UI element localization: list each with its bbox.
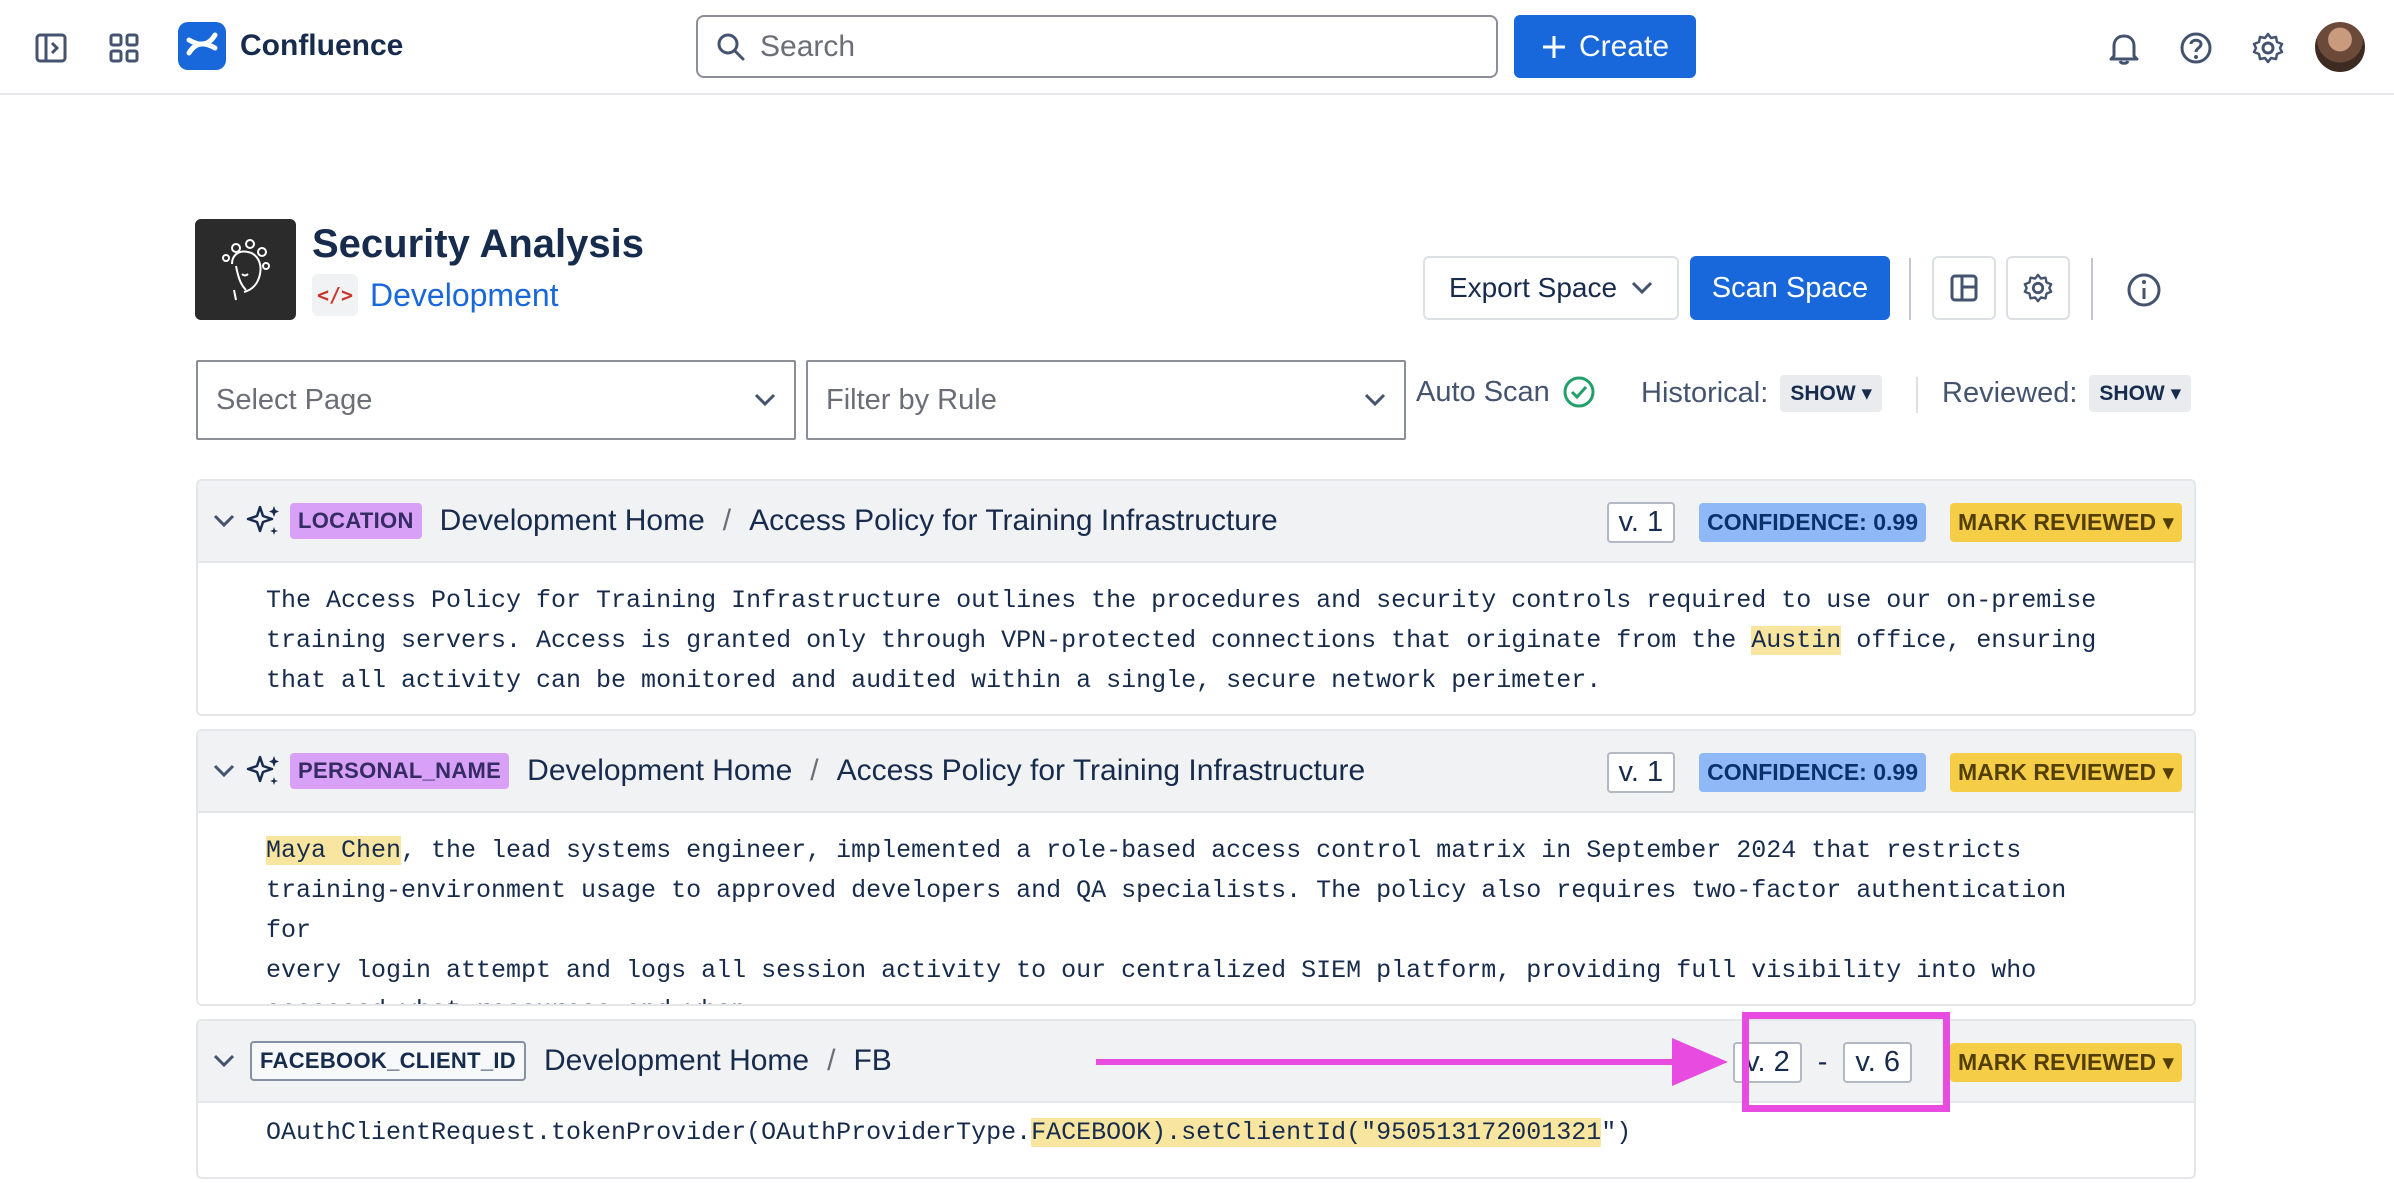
create-button[interactable]: Create bbox=[1514, 15, 1696, 78]
user-avatar[interactable] bbox=[2315, 22, 2365, 72]
bell-icon[interactable] bbox=[2098, 22, 2150, 74]
breadcrumb-page[interactable]: Access Policy for Training Infrastructur… bbox=[749, 504, 1278, 538]
reviewed-show-toggle[interactable]: SHOW ▾ bbox=[2089, 375, 2192, 412]
historical-show-toggle[interactable]: SHOW ▾ bbox=[1780, 375, 1883, 412]
plus-icon bbox=[1542, 35, 1565, 58]
space-settings-button[interactable] bbox=[2006, 256, 2070, 320]
space-avatar bbox=[195, 219, 296, 320]
finding-text: The Access Policy for Training Infrastru… bbox=[198, 563, 2194, 714]
search-icon bbox=[717, 33, 745, 60]
settings-icon bbox=[2023, 273, 2053, 303]
info-icon bbox=[2127, 273, 2161, 307]
chevron-down-icon[interactable] bbox=[212, 763, 236, 779]
filter-divider bbox=[1916, 377, 1918, 413]
annotation-arrow bbox=[1096, 1059, 1696, 1065]
finding-card: LOCATION Development Home / Access Polic… bbox=[196, 479, 2196, 716]
check-circle-icon bbox=[1563, 376, 1595, 408]
finding-breadcrumb: Development Home / FB bbox=[544, 1044, 892, 1078]
breadcrumb-page[interactable]: FB bbox=[853, 1044, 891, 1078]
finding-header: LOCATION Development Home / Access Polic… bbox=[198, 481, 2194, 563]
finding-text: OAuthClientRequest.tokenProvider(OAuthPr… bbox=[198, 1103, 2194, 1171]
sparkle-icon bbox=[246, 505, 279, 535]
auto-scan-label: Auto Scan bbox=[1416, 375, 1550, 408]
chevron-down-icon bbox=[1364, 393, 1386, 407]
finding-header: PERSONAL_NAME Development Home / Access … bbox=[198, 731, 2194, 813]
reviewed-label: Reviewed: bbox=[1942, 377, 2078, 409]
search-input[interactable] bbox=[760, 29, 1440, 64]
finding-text: Maya Chen, the lead systems engineer, im… bbox=[198, 813, 2194, 1004]
app-name: Confluence bbox=[240, 29, 404, 62]
select-page-dropdown[interactable]: Select Page bbox=[196, 360, 796, 440]
breadcrumb-separator: / bbox=[722, 504, 732, 537]
toolbar-divider bbox=[2091, 258, 2093, 320]
auto-scan-toggle[interactable]: Auto Scan bbox=[1416, 375, 1596, 409]
finding-highlight: Austin bbox=[1751, 626, 1842, 655]
select-page-placeholder: Select Page bbox=[216, 383, 373, 416]
confluence-logo-icon bbox=[178, 22, 226, 70]
help-icon[interactable] bbox=[2170, 22, 2222, 74]
breadcrumb-page[interactable]: Access Policy for Training Infrastructur… bbox=[837, 754, 1366, 788]
scan-space-button[interactable]: Scan Space bbox=[1690, 256, 1890, 320]
settings-icon[interactable] bbox=[2242, 22, 2294, 74]
breadcrumb-root[interactable]: Development Home bbox=[440, 504, 705, 538]
chevron-down-icon bbox=[1631, 281, 1653, 295]
finding-text-part: , the lead systems engineer, implemented… bbox=[266, 836, 2067, 1004]
finding-breadcrumb: Development Home / Access Policy for Tra… bbox=[440, 504, 1278, 538]
mark-reviewed-button[interactable]: MARK REVIEWED ▾ bbox=[1950, 502, 2182, 542]
mark-reviewed-button[interactable]: MARK REVIEWED ▾ bbox=[1950, 752, 2182, 792]
space-link[interactable]: Development bbox=[370, 277, 559, 314]
toolbar-divider bbox=[1909, 258, 1911, 320]
space-breadcrumb: </> Development bbox=[312, 274, 559, 316]
code-icon: </> bbox=[312, 274, 358, 316]
reviewed-filter: Reviewed: SHOW ▾ bbox=[1942, 375, 2192, 412]
breadcrumb-root[interactable]: Development Home bbox=[527, 754, 792, 788]
export-space-label: Export Space bbox=[1448, 272, 1618, 303]
chevron-down-icon[interactable] bbox=[212, 1053, 236, 1069]
rule-tag: LOCATION bbox=[290, 503, 422, 539]
annotation-highlight-box bbox=[1742, 1012, 1950, 1112]
confidence-badge: CONFIDENCE: 0.99 bbox=[1699, 502, 1926, 542]
historical-filter: Historical: SHOW ▾ bbox=[1641, 375, 1883, 412]
app-switcher-icon[interactable] bbox=[98, 22, 150, 74]
version-badge[interactable]: v. 1 bbox=[1606, 501, 1676, 543]
finding-highlight: Maya Chen bbox=[266, 836, 402, 865]
top-navigation: Confluence Create bbox=[0, 0, 2394, 95]
finding-breadcrumb: Development Home / Access Policy for Tra… bbox=[527, 754, 1365, 788]
confluence-logo[interactable]: Confluence bbox=[178, 22, 403, 70]
sidebar-toggle-icon[interactable] bbox=[25, 22, 77, 74]
annotation-arrow-head bbox=[1672, 1038, 1728, 1086]
filter-rule-dropdown[interactable]: Filter by Rule bbox=[806, 360, 1406, 440]
finding-meta: v. 1 CONFIDENCE: 0.99 MARK REVIEWED ▾ bbox=[1606, 731, 2182, 813]
finding-meta: v. 1 CONFIDENCE: 0.99 MARK REVIEWED ▾ bbox=[1606, 481, 2182, 563]
finding-highlight: FACEBOOK).setClientId("950513172001321 bbox=[1031, 1118, 1602, 1147]
historical-label: Historical: bbox=[1641, 377, 1769, 409]
finding-text-part: ") bbox=[1601, 1118, 1632, 1147]
confidence-badge: CONFIDENCE: 0.99 bbox=[1699, 752, 1926, 792]
version-badge[interactable]: v. 1 bbox=[1606, 751, 1676, 793]
search-bar[interactable] bbox=[696, 15, 1498, 78]
page-title: Security Analysis bbox=[312, 222, 645, 266]
rule-tag: PERSONAL_NAME bbox=[290, 753, 510, 789]
breadcrumb-root[interactable]: Development Home bbox=[544, 1044, 809, 1078]
chevron-down-icon[interactable] bbox=[212, 513, 236, 529]
layout-icon bbox=[1950, 274, 1978, 302]
layout-button[interactable] bbox=[1932, 256, 1996, 320]
chevron-down-icon bbox=[754, 393, 776, 407]
finding-card: PERSONAL_NAME Development Home / Access … bbox=[196, 729, 2196, 1006]
rule-tag: FACEBOOK_CLIENT_ID bbox=[250, 1041, 526, 1081]
mark-reviewed-button[interactable]: MARK REVIEWED ▾ bbox=[1950, 1042, 2182, 1082]
finding-text-part: OAuthClientRequest.tokenProvider(OAuthPr… bbox=[266, 1118, 1032, 1147]
export-space-button[interactable]: Export Space bbox=[1423, 256, 1679, 320]
filter-rule-placeholder: Filter by Rule bbox=[826, 383, 997, 416]
breadcrumb-separator: / bbox=[827, 1044, 836, 1077]
breadcrumb-separator: / bbox=[810, 754, 819, 787]
info-button[interactable] bbox=[2113, 259, 2175, 321]
create-label: Create bbox=[1578, 29, 1670, 63]
sparkle-icon bbox=[246, 755, 279, 785]
